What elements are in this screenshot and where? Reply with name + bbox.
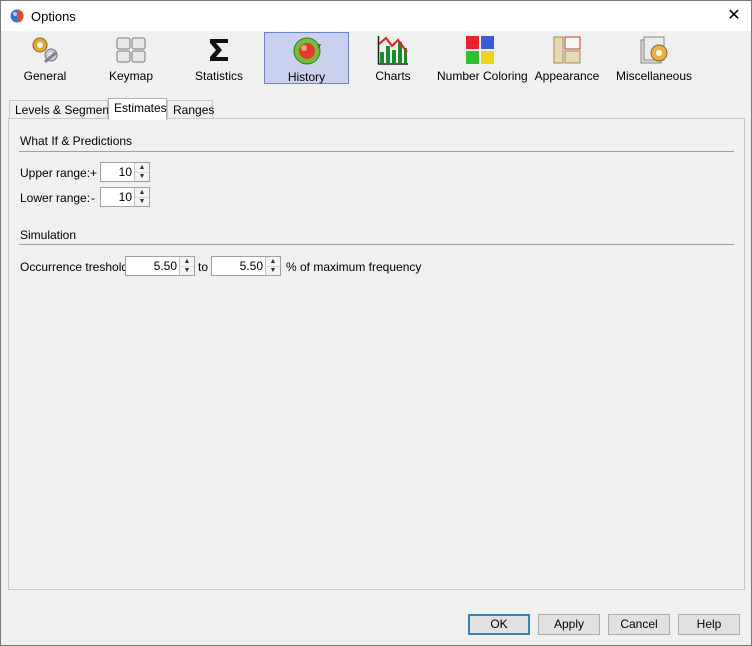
bar-chart-icon — [377, 36, 408, 65]
help-button[interactable]: Help — [678, 614, 740, 635]
toolbar-label: General — [23, 69, 67, 83]
lower-range-label: Lower range: — [20, 191, 91, 205]
tab-levels-segments[interactable]: Levels & Segments — [9, 100, 118, 118]
toolbar-appearance[interactable]: Appearance — [525, 32, 609, 84]
threshold-to-spinner[interactable]: ▲ ▼ — [211, 256, 281, 276]
close-button[interactable]: ✕ — [717, 1, 751, 31]
history-refresh-icon — [293, 37, 321, 65]
toolbar-label: Miscellaneous — [615, 69, 693, 83]
toolbar-number-coloring[interactable]: Number Coloring — [437, 32, 528, 84]
toolbar-label: Charts — [375, 69, 411, 83]
threshold-to-input[interactable] — [212, 257, 266, 275]
simulation-separator — [19, 244, 734, 245]
toolbar-charts[interactable]: Charts — [351, 32, 435, 84]
app-icon — [10, 9, 24, 23]
spin-down-arrow-icon[interactable]: ▼ — [135, 172, 149, 181]
upper-range-spinner[interactable]: ▲ ▼ — [100, 162, 150, 182]
options-window: Options ✕ General Keymap Statistics Hist… — [0, 0, 752, 646]
toolbar-keymap[interactable]: Keymap — [89, 32, 173, 84]
estimates-panel: What If & Predictions Upper range: + ▲ ▼… — [8, 118, 745, 590]
threshold-to-spin-buttons: ▲ ▼ — [265, 257, 280, 275]
what-if-separator — [19, 151, 734, 152]
color-squares-icon — [466, 36, 494, 64]
upper-range-spin-buttons: ▲ ▼ — [134, 163, 149, 181]
title-bar: Options ✕ — [1, 1, 751, 31]
threshold-from-input[interactable] — [126, 257, 180, 275]
toolbar-label: History — [287, 70, 326, 84]
lower-range-spin-buttons: ▲ ▼ — [134, 188, 149, 206]
window-title: Options — [31, 9, 76, 24]
miscellaneous-gear-icon — [640, 36, 668, 64]
toolbar-miscellaneous[interactable]: Miscellaneous — [613, 32, 695, 84]
ok-button[interactable]: OK — [468, 614, 530, 635]
lower-range-spinner[interactable]: ▲ ▼ — [100, 187, 150, 207]
what-if-section-title: What If & Predictions — [20, 134, 133, 148]
apply-button[interactable]: Apply — [538, 614, 600, 635]
toolbar-statistics[interactable]: Statistics — [177, 32, 261, 84]
occurrence-threshold-label: Occurrence treshold: — [20, 260, 132, 274]
toolbar-label: Number Coloring — [437, 69, 528, 83]
sigma-icon — [210, 39, 228, 61]
spin-down-arrow-icon[interactable]: ▼ — [180, 266, 194, 275]
gears-wrench-icon — [32, 37, 58, 64]
lower-range-sign: - — [91, 191, 95, 205]
toolbar-label: Keymap — [108, 69, 154, 83]
toolbar-label: Statistics — [194, 69, 243, 83]
lower-range-input[interactable] — [101, 188, 135, 206]
spin-down-arrow-icon[interactable]: ▼ — [135, 197, 149, 206]
upper-range-sign: + — [90, 166, 98, 180]
tab-estimates[interactable]: Estimates — [108, 98, 167, 120]
threshold-from-spinner[interactable]: ▲ ▼ — [125, 256, 195, 276]
options-toolbar: General Keymap Statistics History Charts… — [1, 31, 751, 87]
simulation-section-title: Simulation — [20, 228, 77, 242]
threshold-to-label: to — [198, 260, 209, 274]
toolbar-history[interactable]: History — [264, 32, 349, 84]
upper-range-label: Upper range: — [20, 166, 91, 180]
threshold-suffix-label: % of maximum frequency — [286, 260, 422, 274]
toolbar-label: Appearance — [534, 69, 600, 83]
tab-ranges[interactable]: Ranges — [167, 100, 214, 118]
upper-range-input[interactable] — [101, 163, 135, 181]
appearance-layout-icon — [553, 36, 581, 64]
toolbar-general[interactable]: General — [4, 32, 86, 84]
keyboard-keys-icon — [116, 37, 146, 63]
spin-down-arrow-icon[interactable]: ▼ — [266, 266, 280, 275]
cancel-button[interactable]: Cancel — [608, 614, 670, 635]
threshold-from-spin-buttons: ▲ ▼ — [179, 257, 194, 275]
